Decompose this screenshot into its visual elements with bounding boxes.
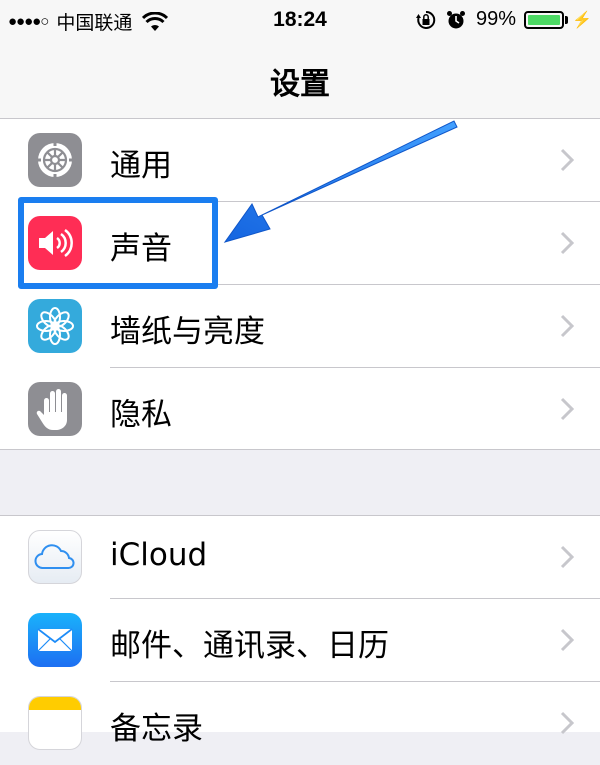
navigation-bar: 设置: [0, 40, 600, 119]
chevron-right-icon: [560, 314, 574, 338]
highlight-box: [18, 197, 218, 289]
settings-row-icloud[interactable]: iCloud: [0, 516, 600, 599]
battery-tip: [565, 15, 569, 24]
notes-icon: [28, 696, 82, 750]
settings-row-label: 通用: [110, 148, 172, 184]
rotation-lock-icon: [416, 10, 436, 29]
settings-row-wallpaper[interactable]: 墙纸与亮度: [0, 285, 600, 368]
flower-icon: [28, 299, 82, 353]
chevron-right-icon: [560, 628, 574, 652]
status-right: 99% ⚡: [416, 8, 592, 31]
alarm-icon: [447, 10, 466, 28]
settings-row-notes[interactable]: 备忘录: [0, 682, 600, 765]
status-bar: ●●●●○ 中国联通 18:24 99% ⚡: [0, 0, 600, 40]
envelope-icon: [28, 613, 82, 667]
settings-row-label: 备忘录: [110, 711, 203, 747]
gear-icon: [28, 133, 82, 187]
settings-row-label: 隐私: [110, 397, 172, 433]
chevron-right-icon: [560, 711, 574, 735]
battery-percent: 99%: [476, 8, 517, 30]
battery-level: [528, 14, 560, 25]
settings-row-privacy[interactable]: 隐私: [0, 368, 600, 451]
chevron-right-icon: [560, 148, 574, 172]
cloud-icon: [28, 530, 82, 584]
hand-icon: [28, 382, 82, 436]
charging-icon: ⚡: [572, 11, 592, 29]
battery-icon: [524, 10, 565, 29]
settings-row-label: iCloud: [110, 537, 208, 573]
settings-row-label: 邮件、通讯录、日历: [110, 628, 389, 664]
chevron-right-icon: [560, 545, 574, 569]
settings-row-label: 墙纸与亮度: [110, 314, 265, 350]
chevron-right-icon: [560, 231, 574, 255]
settings-row-general[interactable]: 通用: [0, 119, 600, 202]
chevron-right-icon: [560, 397, 574, 421]
page-title: 设置: [270, 67, 330, 102]
settings-row-mail-contacts-calendars[interactable]: 邮件、通讯录、日历: [0, 599, 600, 682]
settings-group-2: iCloud 邮件、通讯录、日历 备忘录: [0, 515, 600, 750]
